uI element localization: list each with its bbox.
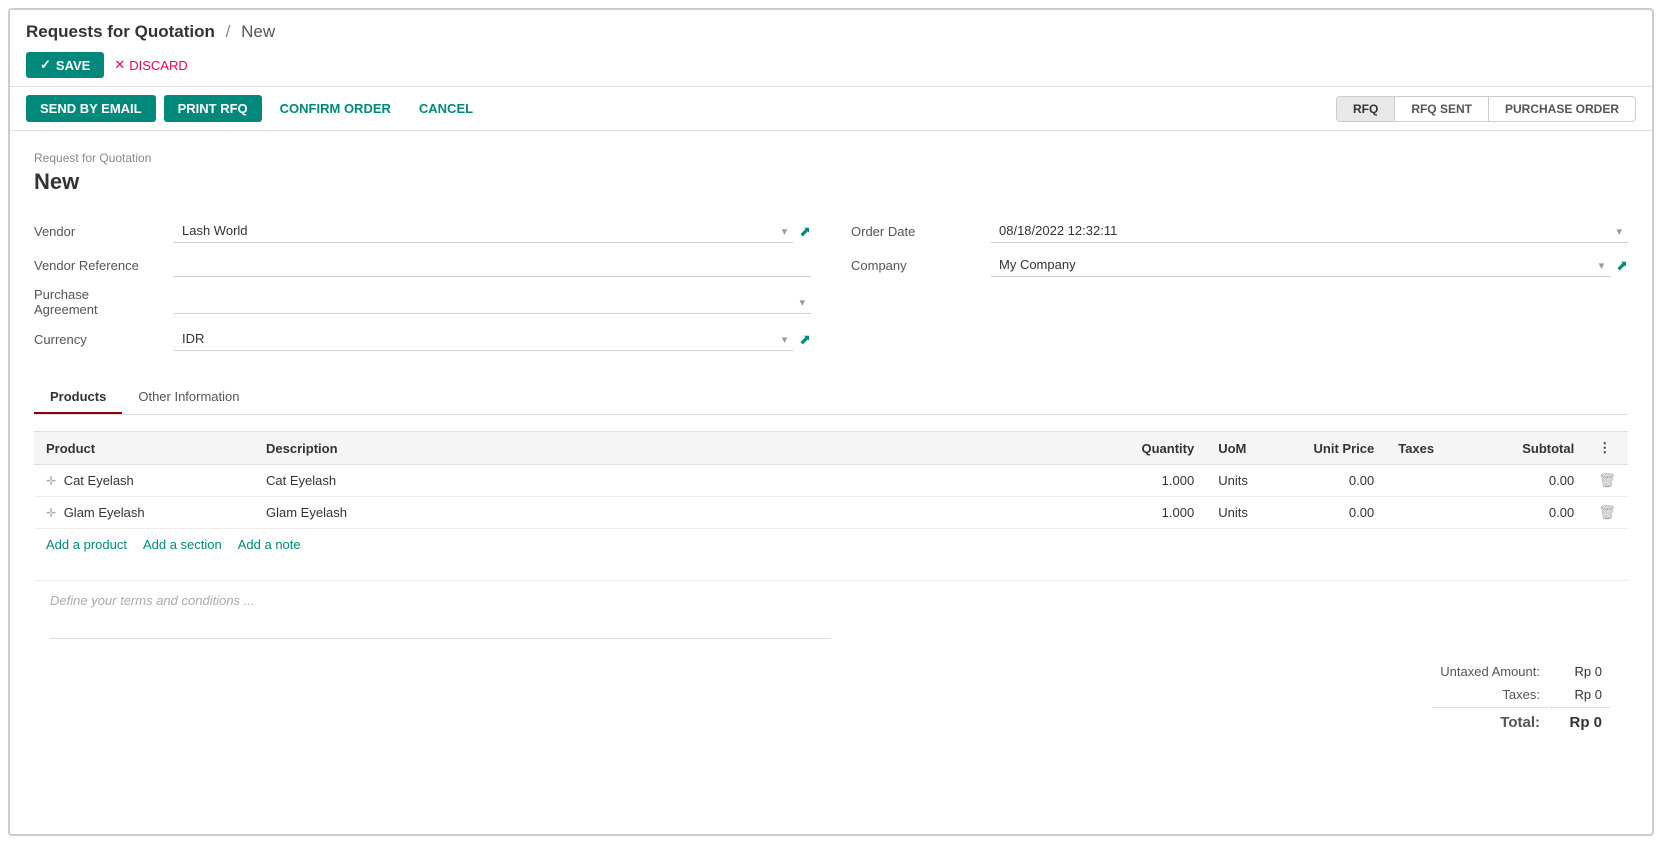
terms-placeholder[interactable]: Define your terms and conditions ... bbox=[50, 593, 1612, 608]
add-links: Add a product Add a section Add a note bbox=[34, 529, 1628, 560]
breadcrumb-current: New bbox=[241, 22, 275, 41]
save-button[interactable]: ✓ SAVE bbox=[26, 52, 104, 78]
product-name[interactable]: Cat Eyelash bbox=[64, 473, 134, 488]
vendor-external-link-icon[interactable]: ⬈ bbox=[799, 223, 811, 240]
totals-section: Untaxed Amount: Rp 0 Taxes: Rp 0 Total: … bbox=[34, 651, 1628, 752]
col-product: Product bbox=[34, 432, 254, 465]
col-quantity: Quantity bbox=[1116, 432, 1206, 465]
breadcrumb: Requests for Quotation / New bbox=[26, 22, 1636, 42]
product-unit-price[interactable]: 0.00 bbox=[1286, 465, 1386, 497]
product-taxes[interactable] bbox=[1386, 497, 1486, 529]
form-title: New bbox=[34, 169, 1628, 195]
col-unit-price: Unit Price bbox=[1286, 432, 1386, 465]
vendor-label: Vendor bbox=[34, 224, 164, 239]
col-actions: ⋮ bbox=[1586, 432, 1628, 465]
company-external-link-icon[interactable]: ⬈ bbox=[1616, 257, 1628, 274]
terms-section: Define your terms and conditions ... bbox=[34, 580, 1628, 651]
vendor-reference-label: Vendor Reference bbox=[34, 258, 164, 273]
taxes-value: Rp 0 bbox=[1550, 684, 1610, 705]
product-unit-price[interactable]: 0.00 bbox=[1286, 497, 1386, 529]
breadcrumb-separator: / bbox=[226, 22, 231, 41]
form-subtitle: Request for Quotation bbox=[34, 151, 1628, 165]
drag-handle-icon[interactable]: ✛ bbox=[46, 474, 56, 488]
add-note-link[interactable]: Add a note bbox=[238, 537, 301, 552]
product-subtotal: 0.00 bbox=[1486, 465, 1586, 497]
add-product-link[interactable]: Add a product bbox=[46, 537, 127, 552]
purchase-agreement-label: PurchaseAgreement bbox=[34, 287, 164, 317]
currency-label: Currency bbox=[34, 332, 164, 347]
product-quantity[interactable]: 1.000 bbox=[1116, 497, 1206, 529]
col-taxes: Taxes bbox=[1386, 432, 1486, 465]
vendor-input[interactable] bbox=[174, 219, 793, 243]
untaxed-amount-value: Rp 0 bbox=[1550, 661, 1610, 682]
delete-row-icon[interactable]: 🗑 bbox=[1598, 504, 1616, 520]
table-row: ✛ Cat Eyelash Cat Eyelash 1.000 Units 0.… bbox=[34, 465, 1628, 497]
total-label: Total: bbox=[1432, 707, 1548, 734]
tab-rfq-sent[interactable]: RFQ SENT bbox=[1395, 97, 1489, 121]
company-label: Company bbox=[851, 258, 981, 273]
col-uom: UoM bbox=[1206, 432, 1286, 465]
col-subtotal: Subtotal bbox=[1486, 432, 1586, 465]
product-uom[interactable]: Units bbox=[1206, 465, 1286, 497]
tabs-nav: Products Other Information bbox=[34, 381, 1628, 415]
drag-handle-icon[interactable]: ✛ bbox=[46, 506, 56, 520]
product-uom[interactable]: Units bbox=[1206, 497, 1286, 529]
total-value: Rp 0 bbox=[1550, 707, 1610, 734]
untaxed-amount-label: Untaxed Amount: bbox=[1432, 661, 1548, 682]
col-description: Description bbox=[254, 432, 1116, 465]
discard-x-icon: ✕ bbox=[114, 57, 125, 73]
table-row: ✛ Glam Eyelash Glam Eyelash 1.000 Units … bbox=[34, 497, 1628, 529]
purchase-agreement-select[interactable] bbox=[174, 290, 811, 314]
currency-input[interactable] bbox=[174, 327, 793, 351]
toolbar: SEND BY EMAIL PRINT RFQ CONFIRM ORDER CA… bbox=[10, 87, 1652, 131]
add-section-link[interactable]: Add a section bbox=[143, 537, 222, 552]
confirm-order-button[interactable]: CONFIRM ORDER bbox=[270, 95, 401, 122]
save-label: SAVE bbox=[56, 58, 90, 73]
product-subtotal: 0.00 bbox=[1486, 497, 1586, 529]
discard-label: DISCARD bbox=[129, 58, 188, 73]
vendor-reference-input[interactable] bbox=[174, 253, 811, 277]
breadcrumb-parent[interactable]: Requests for Quotation bbox=[26, 22, 215, 41]
discard-button[interactable]: ✕ DISCARD bbox=[114, 57, 187, 73]
currency-external-link-icon[interactable]: ⬈ bbox=[799, 331, 811, 348]
cancel-button[interactable]: CANCEL bbox=[409, 95, 483, 122]
product-name[interactable]: Glam Eyelash bbox=[64, 505, 145, 520]
taxes-label: Taxes: bbox=[1432, 684, 1548, 705]
tab-products[interactable]: Products bbox=[34, 381, 122, 414]
tab-purchase-order[interactable]: PURCHASE ORDER bbox=[1489, 97, 1635, 121]
product-quantity[interactable]: 1.000 bbox=[1116, 465, 1206, 497]
company-input[interactable] bbox=[991, 253, 1610, 277]
product-taxes[interactable] bbox=[1386, 465, 1486, 497]
status-tabs: RFQ RFQ SENT PURCHASE ORDER bbox=[1336, 96, 1636, 122]
send-by-email-button[interactable]: SEND BY EMAIL bbox=[26, 95, 156, 122]
tab-other-information[interactable]: Other Information bbox=[122, 381, 255, 414]
tab-rfq[interactable]: RFQ bbox=[1337, 97, 1395, 121]
product-description[interactable]: Glam Eyelash bbox=[254, 497, 1116, 529]
save-checkmark-icon: ✓ bbox=[40, 57, 51, 73]
order-date-input[interactable] bbox=[991, 219, 1628, 243]
delete-row-icon[interactable]: 🗑 bbox=[1598, 472, 1616, 488]
print-rfq-button[interactable]: PRINT RFQ bbox=[164, 95, 262, 122]
order-date-label: Order Date bbox=[851, 224, 981, 239]
product-description[interactable]: Cat Eyelash bbox=[254, 465, 1116, 497]
main-content: Request for Quotation New Vendor ⬈ Vendo… bbox=[10, 131, 1652, 772]
tabs-section: Products Other Information Product Descr… bbox=[34, 381, 1628, 560]
products-table: Product Description Quantity UoM Unit Pr… bbox=[34, 431, 1628, 529]
